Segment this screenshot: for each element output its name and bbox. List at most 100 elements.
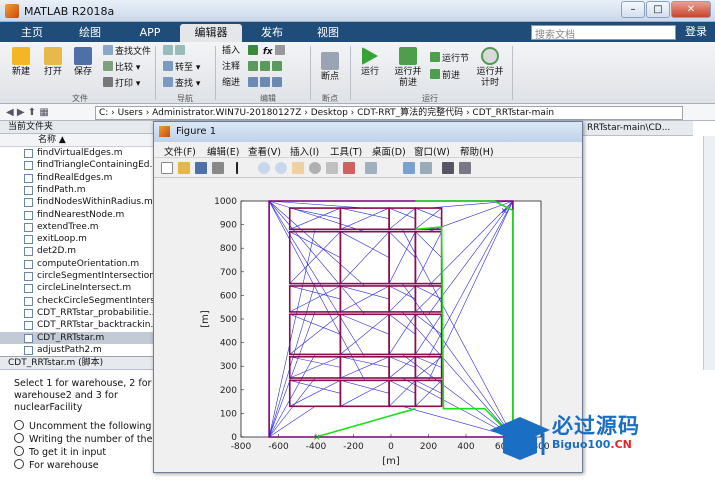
tab-editor[interactable]: 编辑器: [180, 24, 242, 42]
file-list-item[interactable]: circleLineIntersect.m: [0, 282, 155, 294]
pointer-icon[interactable]: [236, 162, 248, 174]
tab-home[interactable]: 主页: [12, 24, 52, 42]
editor-scrollbar[interactable]: [703, 136, 715, 370]
legend-icon[interactable]: [420, 162, 432, 174]
file-list-item[interactable]: findTriangleContainingEd...: [0, 159, 155, 171]
save-button[interactable]: 保存: [68, 47, 98, 78]
insert-button[interactable]: 插入: [222, 45, 240, 58]
run-section-icon: [430, 52, 440, 62]
x-tick-label: -400: [306, 442, 327, 452]
login-button[interactable]: 登录: [680, 24, 712, 40]
save-figure-icon[interactable]: [195, 162, 207, 174]
tab-view[interactable]: 视图: [306, 24, 350, 42]
maximize-button[interactable]: □: [646, 1, 670, 18]
file-list-item[interactable]: findRealEdges.m: [0, 172, 155, 184]
new-figure-icon[interactable]: [161, 162, 173, 174]
dock-icon[interactable]: [459, 162, 471, 174]
file-list-item[interactable]: extendTree.m: [0, 221, 155, 233]
menu-window[interactable]: 窗口(W): [414, 144, 450, 158]
file-list-header[interactable]: 名称 ▲: [0, 134, 155, 147]
editor-panel[interactable]: [583, 121, 715, 370]
data-cursor-icon[interactable]: [326, 162, 338, 174]
menu-edit[interactable]: 编辑(E): [207, 144, 239, 158]
x-tick-label: -600: [268, 442, 289, 452]
new-button[interactable]: 新建: [6, 47, 36, 78]
run-advance-button[interactable]: 运行并 前进: [388, 47, 428, 89]
matlab-logo-icon: [5, 4, 19, 18]
y-tick-label: 800: [220, 244, 237, 254]
group-label-run: 运行: [422, 94, 438, 103]
goto-button[interactable]: 转至 ▾: [163, 61, 200, 74]
run-button[interactable]: 运行: [355, 47, 385, 78]
advance-button[interactable]: 前进: [430, 69, 460, 82]
menu-desktop[interactable]: 桌面(D): [372, 144, 406, 158]
file-list-item[interactable]: exitLoop.m: [0, 233, 155, 245]
editor-path-title: RRTstar-main\CD...: [583, 121, 693, 136]
print-button[interactable]: 打印 ▾: [103, 77, 140, 90]
circle-icon: [14, 459, 24, 469]
m-file-icon: [24, 235, 33, 245]
m-file-icon: [24, 272, 33, 281]
wrap-icon: [272, 61, 282, 71]
colorbar-icon[interactable]: [403, 162, 415, 174]
file-list-item[interactable]: checkCircleSegmentInters...: [0, 295, 155, 307]
brush-icon[interactable]: [343, 162, 355, 174]
file-list-item[interactable]: findNearestNode.m: [0, 209, 155, 221]
figure-title: Figure 1: [154, 122, 582, 142]
open-file-icon[interactable]: [178, 162, 190, 174]
menu-tools[interactable]: 工具(T): [330, 144, 362, 158]
pan-icon[interactable]: [292, 162, 304, 174]
circle-icon: [14, 446, 24, 456]
file-list-item[interactable]: CDT_RRTstar.m: [0, 331, 155, 344]
zoom-out-icon[interactable]: [275, 162, 287, 174]
comment-tools[interactable]: [248, 61, 284, 74]
close-button[interactable]: ✕: [671, 1, 711, 18]
comment-button[interactable]: 注释: [222, 61, 240, 74]
file-list-item[interactable]: findPath.m: [0, 184, 155, 196]
new-icon: [12, 47, 30, 65]
tab-apps[interactable]: APP: [128, 24, 172, 42]
edit-tools[interactable]: fx: [248, 45, 287, 58]
m-file-icon: [24, 247, 33, 257]
compare-button[interactable]: 比较 ▾: [103, 61, 140, 74]
run-time-button[interactable]: 运行并 计时: [473, 47, 507, 89]
file-list-item[interactable]: CDT_RRTstar_probabilitie...: [0, 307, 155, 319]
link-icon[interactable]: [365, 162, 377, 174]
m-file-icon: [24, 185, 33, 195]
uncomment-icon: [260, 61, 270, 71]
circle-icon: [14, 433, 24, 443]
file-list-item[interactable]: adjustPath2.m: [0, 344, 155, 356]
tab-publish[interactable]: 发布: [250, 24, 294, 42]
indent-button[interactable]: 缩进: [222, 77, 240, 90]
menu-view[interactable]: 查看(V): [248, 144, 281, 158]
find-button[interactable]: 查找 ▾: [163, 77, 200, 90]
menu-file[interactable]: 文件(F): [164, 144, 196, 158]
nav-buttons[interactable]: ◀ ▶ ⬆ ▦: [6, 107, 49, 118]
zoom-in-icon[interactable]: [258, 162, 270, 174]
y-tick-label: 300: [220, 362, 237, 372]
file-list-item[interactable]: det2D.m: [0, 245, 155, 257]
rotate-icon[interactable]: [309, 162, 321, 174]
breakpoints-button[interactable]: 断点: [315, 52, 345, 83]
m-file-icon: [24, 149, 33, 158]
print-figure-icon[interactable]: [212, 162, 224, 174]
menu-help[interactable]: 帮助(H): [460, 144, 494, 158]
file-list-item[interactable]: findVirtualEdges.m: [0, 147, 155, 159]
file-list-item[interactable]: computeOrientation.m: [0, 258, 155, 270]
menu-insert[interactable]: 插入(I): [290, 144, 319, 158]
hide-tools-icon[interactable]: [442, 162, 454, 174]
indent-tools[interactable]: [248, 77, 284, 90]
open-button[interactable]: 打开: [38, 47, 68, 78]
app-title: MATLAB R2018a: [24, 5, 115, 18]
nav-arrows[interactable]: [163, 45, 187, 58]
run-section-button[interactable]: 运行节: [430, 52, 469, 65]
file-list-item[interactable]: circleSegmentIntersection...: [0, 270, 155, 282]
file-list-item[interactable]: CDT_RRTstar_backtrackin...: [0, 319, 155, 331]
tab-plots[interactable]: 绘图: [68, 24, 112, 42]
address-path[interactable]: C: › Users › Administrator.WIN7U-2018012…: [95, 106, 683, 120]
minimize-button[interactable]: –: [621, 1, 645, 18]
command-line: Writing the number of the...: [14, 433, 161, 445]
file-list-item[interactable]: findNodesWithinRadius.m: [0, 196, 155, 208]
find-files-button[interactable]: 查找文件: [103, 45, 151, 58]
search-input[interactable]: 搜索文档: [531, 25, 676, 41]
